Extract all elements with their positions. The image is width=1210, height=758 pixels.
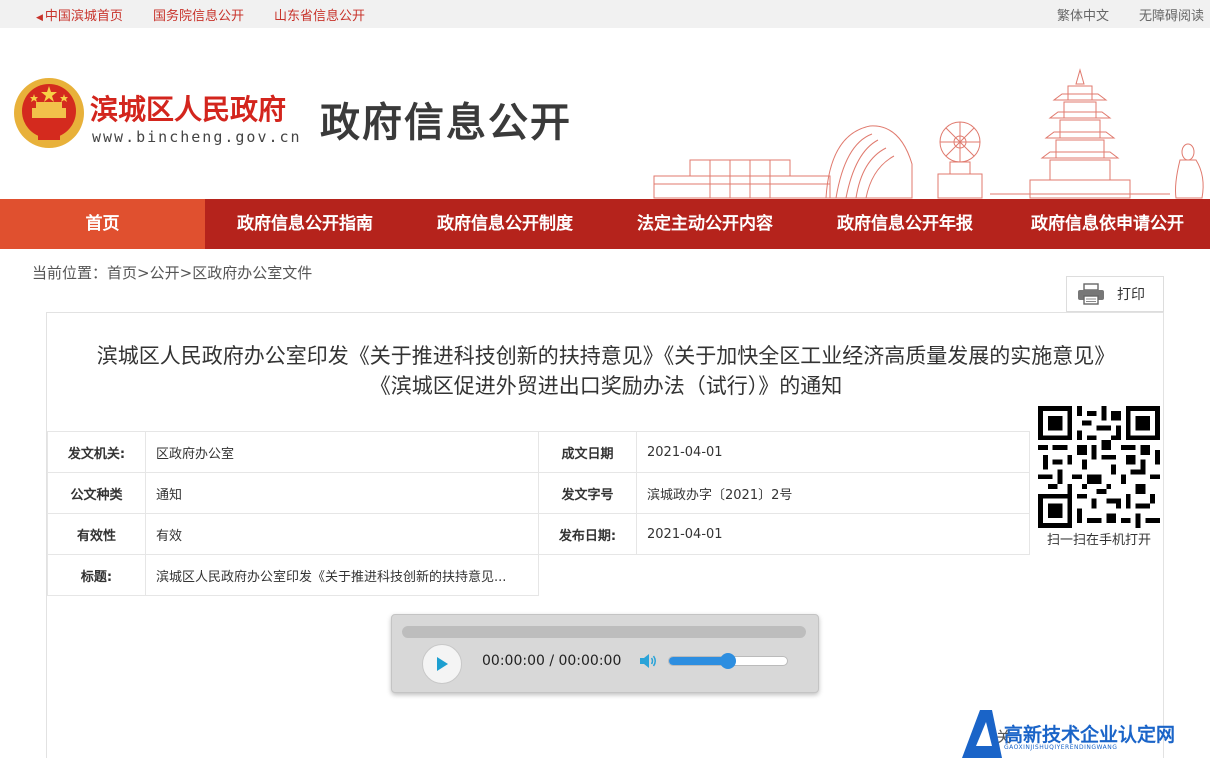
breadcrumb-public[interactable]: 公开 <box>150 264 180 282</box>
link-traditional-chinese[interactable]: 繁体中文 <box>1057 5 1109 24</box>
link-state-council-info[interactable]: 国务院信息公开 <box>153 5 244 24</box>
audio-seek-bar[interactable] <box>402 626 806 638</box>
volume-slider[interactable] <box>668 653 788 669</box>
audio-time: 00:00:00 / 00:00:00 <box>482 653 622 669</box>
meta-value-written-date: 2021-04-01 <box>636 431 1030 473</box>
breadcrumb-home[interactable]: 首页 <box>107 264 137 282</box>
national-emblem-icon[interactable] <box>12 76 86 150</box>
meta-value-subject: 滨城区人民政府办公室印发《关于推进科技创新的扶持意见... <box>145 554 539 596</box>
breadcrumb: 当前位置：首页>公开>区政府办公室文件 <box>32 262 312 283</box>
site-url: www.bincheng.gov.cn <box>92 128 302 146</box>
print-button[interactable]: 打印 <box>1066 276 1164 312</box>
watermark-subtext: GAOXINJISHUQIYERENDINGWANG <box>1004 744 1118 751</box>
link-label: 中国滨城首页 <box>44 9 123 24</box>
play-icon <box>437 657 448 671</box>
nav-request-disclosure[interactable]: 政府信息依申请公开 <box>1005 199 1210 249</box>
site-name: 滨城区人民政府 <box>90 93 287 126</box>
link-accessible-reading[interactable]: 无障碍阅读 <box>1139 5 1204 24</box>
nav-disclosure-guide[interactable]: 政府信息公开指南 <box>205 199 405 249</box>
top-links-right: 繁体中文 无障碍阅读 <box>1057 5 1204 24</box>
volume-icon[interactable] <box>638 651 658 671</box>
link-shandong-info[interactable]: 山东省信息公开 <box>274 5 365 24</box>
nav-annual-report[interactable]: 政府信息公开年报 <box>805 199 1005 249</box>
meta-value-doc-number: 滨城政办字〔2021〕2号 <box>636 472 1030 514</box>
audio-player: 00:00:00 / 00:00:00 <box>391 614 819 693</box>
top-bar: ◀ 中国滨城首页 国务院信息公开 山东省信息公开 繁体中文 无障碍阅读 <box>0 0 1210 28</box>
empty-cell <box>539 555 1030 596</box>
table-row: 标题: 滨城区人民政府办公室印发《关于推进科技创新的扶持意见... <box>47 554 1030 596</box>
meta-label-subject: 标题: <box>47 554 146 596</box>
site-header: 滨城区人民政府 www.bincheng.gov.cn 政府信息公开 <box>0 28 1210 199</box>
nav-statutory-disclosure[interactable]: 法定主动公开内容 <box>605 199 805 249</box>
qr-code-icon <box>1038 406 1160 528</box>
table-row: 有效性 有效 发布日期: 2021-04-01 <box>47 513 1030 555</box>
breadcrumb-separator: > <box>179 264 193 282</box>
meta-value-publish-date: 2021-04-01 <box>636 513 1030 555</box>
document-meta-table: 发文机关: 区政府办公室 成文日期 2021-04-01 公文种类 通知 发文字… <box>47 431 1030 596</box>
print-label: 打印 <box>1117 287 1145 303</box>
subject-text: 滨城区人民政府办公室印发《关于推进科技创新的扶持意见... <box>156 569 507 585</box>
meta-label-type: 公文种类 <box>47 472 146 514</box>
portal-title: 政府信息公开 <box>320 100 572 146</box>
table-row: 公文种类 通知 发文字号 滨城政办字〔2021〕2号 <box>47 472 1030 514</box>
qr-caption: 扫一扫在手机打开 <box>1046 533 1151 548</box>
volume-handle[interactable] <box>720 653 736 669</box>
meta-label-validity: 有效性 <box>47 513 146 555</box>
watermark-logo-icon <box>962 710 1002 758</box>
link-china-bincheng-home[interactable]: ◀ 中国滨城首页 <box>36 5 123 24</box>
landmark-illustration <box>653 68 1204 199</box>
breadcrumb-office-docs[interactable]: 区政府办公室文件 <box>192 264 312 282</box>
meta-value-validity: 有效 <box>145 513 539 555</box>
top-links-left: ◀ 中国滨城首页 国务院信息公开 山东省信息公开 <box>36 5 365 24</box>
meta-label-written-date: 成文日期 <box>538 431 637 473</box>
document-title-line-1: 滨城区人民政府办公室印发《关于推进科技创新的扶持意见》《关于加快全区工业经济高质… <box>96 344 1116 368</box>
watermark: 高新技术企业认定网 GAOXINJISHUQIYERENDINGWANG <box>962 708 1210 758</box>
nav-home[interactable]: 首页 <box>0 199 205 249</box>
nav-disclosure-system[interactable]: 政府信息公开制度 <box>405 199 605 249</box>
meta-label-publish-date: 发布日期: <box>538 513 637 555</box>
meta-label-doc-number: 发文字号 <box>538 472 637 514</box>
meta-value-type: 通知 <box>145 472 539 514</box>
breadcrumb-prefix: 当前位置： <box>32 264 108 282</box>
document-title: 滨城区人民政府办公室印发《关于推进科技创新的扶持意见》《关于加快全区工业经济高质… <box>47 341 1165 401</box>
document-title-line-2: 《滨城区促进外贸进出口奖励办法（试行）》的通知 <box>369 374 843 398</box>
watermark-text: 高新技术企业认定网 <box>1004 724 1176 746</box>
breadcrumb-separator: > <box>137 264 150 282</box>
meta-value-issuer: 区政府办公室 <box>145 431 539 473</box>
caret-left-icon: ◀ <box>36 13 43 23</box>
main-nav: 首页 政府信息公开指南 政府信息公开制度 法定主动公开内容 政府信息公开年报 政… <box>0 199 1210 249</box>
play-button[interactable] <box>422 644 462 684</box>
meta-label-issuer: 发文机关: <box>47 431 146 473</box>
printer-icon <box>1078 283 1104 305</box>
table-row: 发文机关: 区政府办公室 成文日期 2021-04-01 <box>47 431 1030 473</box>
